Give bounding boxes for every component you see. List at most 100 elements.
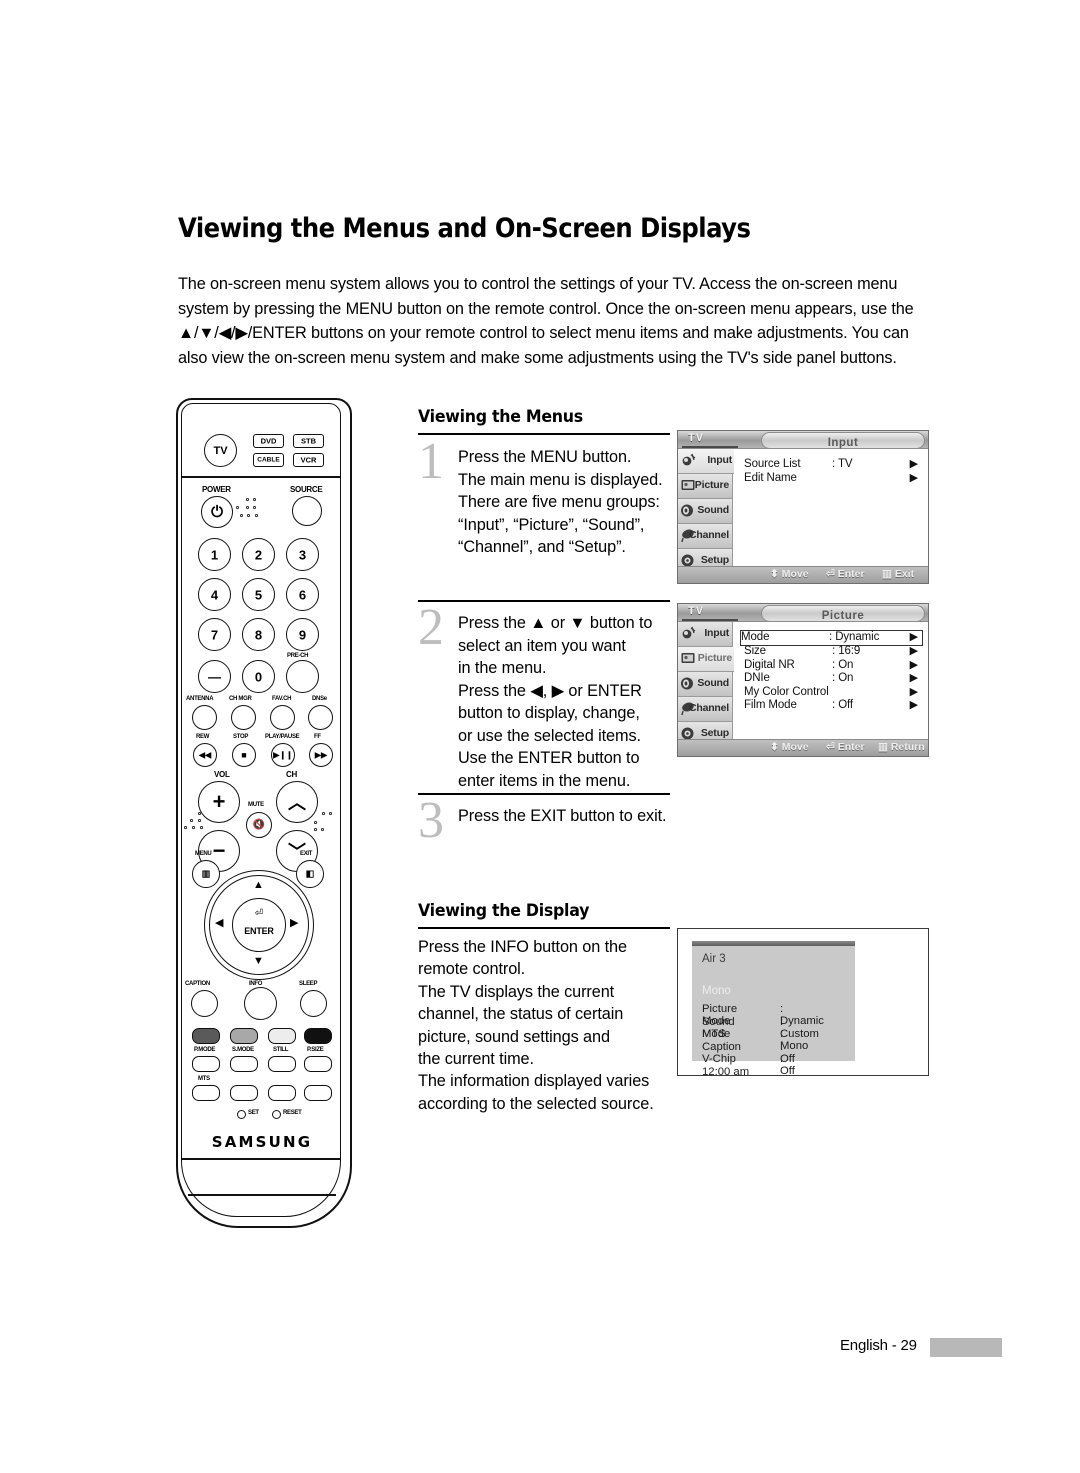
- remote-button-6[interactable]: 6: [286, 578, 319, 611]
- osd-picture-content: Mode : Dynamic ▶ Size : 16:9 ▶ Digital N…: [734, 622, 928, 756]
- osd-picture-row-dnie[interactable]: DNIe : On ▶: [744, 672, 922, 686]
- remote-button-rew[interactable]: ◀◀: [193, 743, 217, 767]
- remote-button-enter[interactable]: ⏎ ENTER: [232, 898, 286, 952]
- remote-button-1[interactable]: 1: [198, 538, 231, 571]
- osd-input-sidebar-item-channel[interactable]: Channel: [678, 524, 733, 549]
- osd-picture-sidebar-item-input[interactable]: Input: [678, 622, 733, 647]
- osd-picture-sidebar-label-picture: Picture: [697, 652, 732, 664]
- remote-button-dnse[interactable]: [308, 705, 333, 730]
- mute-icon: 🔇: [252, 819, 266, 831]
- remote-button-dvd-label: DVD: [260, 436, 277, 446]
- remote-button-power[interactable]: ⏻: [201, 496, 233, 528]
- remote-button-stop[interactable]: ■: [232, 743, 256, 767]
- remote-button-5[interactable]: 5: [242, 578, 275, 611]
- step-1-text: Press the MENU button. The main menu is …: [458, 448, 663, 556]
- remote-button-8[interactable]: 8: [242, 618, 275, 651]
- osd-picture-row-mode[interactable]: Mode : Dynamic ▶: [740, 630, 923, 646]
- remote-button-4[interactable]: 4: [198, 578, 231, 611]
- remote-button-pmode[interactable]: [192, 1056, 220, 1072]
- remote-psize-label: P.SIZE: [307, 1047, 324, 1053]
- osd-input-value-source-list: : TV: [832, 458, 853, 470]
- remote-button-extra-2[interactable]: [268, 1085, 296, 1101]
- remote-button-playpause[interactable]: ▶❙❙: [271, 743, 295, 767]
- info-row-caption: Caption : Off: [702, 1041, 795, 1065]
- remote-button-cable[interactable]: CABLE: [253, 453, 284, 467]
- remote-button-extra-3[interactable]: [304, 1085, 332, 1101]
- osd-picture-row-size[interactable]: Size : 16:9 ▶: [744, 645, 922, 659]
- remote-button-mute[interactable]: 🔇: [246, 812, 272, 838]
- remote-nav-up[interactable]: ▲: [253, 880, 264, 891]
- remote-caption-label: CAPTION: [185, 981, 210, 987]
- remote-button-tv[interactable]: TV: [204, 434, 237, 467]
- remote-menu-label: MENU: [195, 851, 212, 857]
- remote-button-sleep[interactable]: [300, 990, 327, 1017]
- info-label-mts: MTS: [702, 1028, 726, 1041]
- osd-input-body: Input Picture Sound Channel Setup Source…: [678, 449, 928, 583]
- remote-button-still-color[interactable]: [268, 1028, 296, 1044]
- remote-button-prech[interactable]: [286, 660, 319, 693]
- osd-picture-label-dnie: DNIe: [744, 672, 770, 684]
- remote-divider-bottom-1: [182, 1158, 341, 1160]
- remote-button-source[interactable]: [292, 496, 322, 526]
- remote-button-dash[interactable]: —: [198, 660, 231, 693]
- remote-button-chmgr[interactable]: [231, 705, 256, 730]
- remote-button-psize[interactable]: [304, 1056, 332, 1072]
- osd-picture-sidebar-item-picture[interactable]: Picture: [678, 647, 736, 672]
- remote-nav-left[interactable]: ◀: [215, 918, 223, 929]
- osd-picture-row-digital-nr[interactable]: Digital NR : On ▶: [744, 659, 922, 673]
- remote-button-smode-color[interactable]: [230, 1028, 258, 1044]
- remote-button-extra-1[interactable]: [230, 1085, 258, 1101]
- remote-nav-down[interactable]: ▼: [253, 956, 264, 967]
- remote-button-2[interactable]: 2: [242, 538, 275, 571]
- remote-button-5-label: 5: [254, 587, 263, 602]
- rewind-icon: ◀◀: [198, 750, 212, 760]
- osd-picture-sidebar-item-sound[interactable]: Sound: [678, 672, 733, 697]
- remote-button-still[interactable]: [268, 1056, 296, 1072]
- osd-input-row-edit-name[interactable]: Edit Name ▶: [744, 472, 922, 486]
- remote-button-mts[interactable]: [192, 1085, 220, 1101]
- osd-input-menu: TV Input Input Picture Sound Channel Set…: [677, 430, 929, 584]
- manual-page: Viewing the Menus and On-Screen Displays…: [0, 0, 1080, 1473]
- osd-picture-sidebar-label-input: Input: [704, 627, 729, 639]
- remote-button-9-label: 9: [298, 627, 307, 642]
- osd-input-row-source-list[interactable]: Source List : TV ▶: [744, 458, 922, 472]
- osd-picture-row-film-mode[interactable]: Film Mode : Off ▶: [744, 699, 922, 713]
- remote-source-label: SOURCE: [290, 485, 323, 494]
- osd-picture-row-my-color-control[interactable]: My Color Control ▶: [744, 686, 922, 700]
- osd-picture-label-size: Size: [744, 645, 766, 657]
- remote-button-9[interactable]: 9: [286, 618, 319, 651]
- info-display-audio-mode: Mono: [702, 985, 731, 997]
- remote-button-psize-color[interactable]: [304, 1028, 332, 1044]
- remote-led-dots-left: [236, 498, 264, 524]
- remote-button-pmode-color[interactable]: [192, 1028, 220, 1044]
- osd-input-content: Source List : TV ▶ Edit Name ▶: [734, 449, 928, 583]
- remote-button-caption[interactable]: [191, 990, 218, 1017]
- remote-button-antenna[interactable]: [192, 705, 217, 730]
- remote-button-reset[interactable]: [272, 1110, 281, 1119]
- remote-nav-right[interactable]: ▶: [290, 918, 298, 929]
- osd-picture-sidebar-item-channel[interactable]: Channel: [678, 697, 733, 722]
- step-3-number: 3: [418, 792, 444, 849]
- remote-ch-label: CH: [286, 770, 297, 779]
- remote-button-0[interactable]: 0: [242, 660, 275, 693]
- remote-button-smode[interactable]: [230, 1056, 258, 1072]
- remote-button-info[interactable]: [244, 987, 277, 1020]
- remote-button-2-label: 2: [254, 547, 263, 562]
- remote-button-stb[interactable]: STB: [293, 434, 324, 448]
- remote-button-set[interactable]: [237, 1110, 246, 1119]
- remote-button-3[interactable]: 3: [286, 538, 319, 571]
- osd-input-sidebar-item-sound[interactable]: Sound: [678, 499, 733, 524]
- remote-button-favch[interactable]: [270, 705, 295, 730]
- remote-button-7[interactable]: 7: [198, 618, 231, 651]
- remote-button-vcr[interactable]: VCR: [293, 453, 324, 467]
- osd-picture-title-pill: Picture: [761, 605, 925, 622]
- chevron-right-icon: ▶: [909, 672, 918, 684]
- enter-icon: ⏎: [254, 908, 264, 919]
- remote-button-ff[interactable]: ▶▶: [309, 743, 333, 767]
- osd-picture-footer-return-label: Return: [890, 741, 925, 753]
- osd-input-label-source-list: Source List: [744, 458, 801, 470]
- osd-input-sidebar-item-input[interactable]: Input: [678, 449, 736, 474]
- info-display-box: Air 3 Mono Picture Mode : Dynamic Sound …: [677, 928, 929, 1078]
- osd-input-sidebar-item-picture[interactable]: Picture: [678, 474, 733, 499]
- remote-button-dvd[interactable]: DVD: [253, 434, 284, 448]
